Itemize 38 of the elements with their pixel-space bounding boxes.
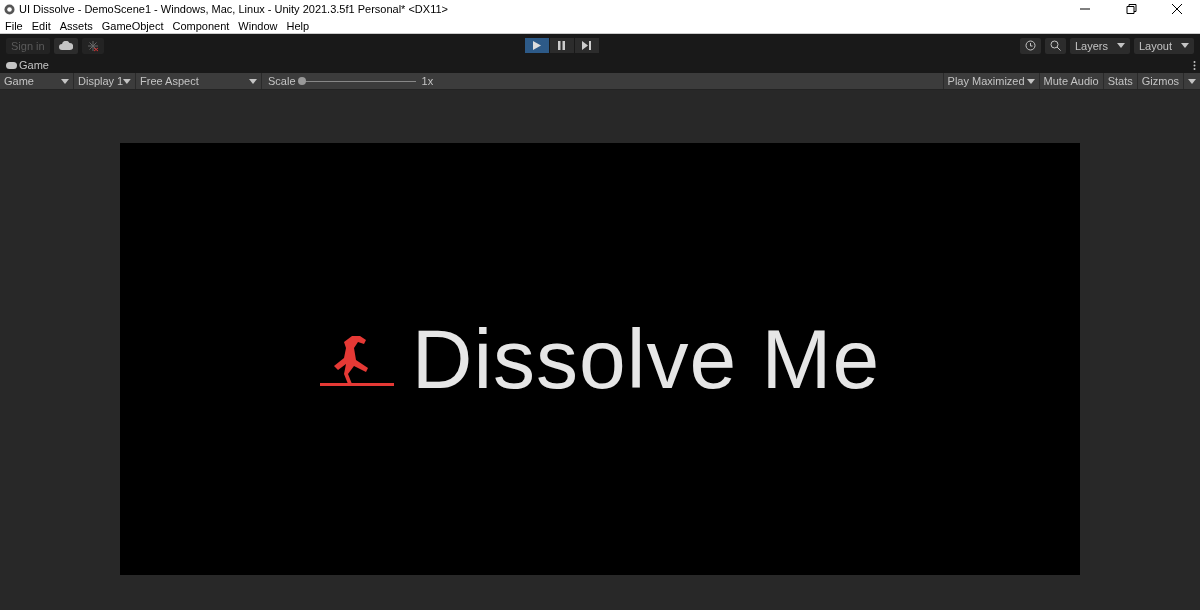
caret-icon bbox=[1117, 43, 1125, 48]
history-icon bbox=[1025, 40, 1036, 51]
caret-icon bbox=[123, 78, 131, 84]
pause-icon bbox=[558, 41, 566, 50]
pause-button[interactable] bbox=[549, 38, 574, 53]
menu-item[interactable]: Edit bbox=[31, 19, 51, 32]
step-icon bbox=[582, 41, 592, 50]
caret-icon bbox=[1188, 78, 1196, 84]
menu-item[interactable]: Assets bbox=[59, 19, 93, 32]
caret-icon bbox=[1181, 43, 1189, 48]
layers-dropdown[interactable]: Layers bbox=[1070, 37, 1130, 54]
search-icon bbox=[1050, 40, 1061, 51]
menu-item[interactable]: File bbox=[5, 19, 23, 32]
search-button[interactable] bbox=[1045, 37, 1066, 54]
more-options-icon[interactable] bbox=[1193, 60, 1196, 70]
menu-item[interactable]: Help bbox=[286, 19, 310, 32]
cloud-button[interactable] bbox=[53, 37, 78, 54]
caret-icon bbox=[1026, 78, 1035, 84]
caret-icon bbox=[61, 78, 69, 84]
step-button[interactable] bbox=[574, 38, 599, 53]
slider-thumb[interactable] bbox=[297, 76, 306, 85]
menu-item[interactable]: Component bbox=[172, 19, 230, 32]
menu-item[interactable]: Window bbox=[238, 19, 278, 32]
history-button[interactable] bbox=[1020, 37, 1041, 54]
scale-value: 1x bbox=[421, 75, 434, 87]
play-icon bbox=[532, 41, 541, 50]
collab-error-icon bbox=[86, 39, 99, 52]
caret-icon bbox=[249, 78, 257, 84]
game-tab[interactable]: Game bbox=[4, 59, 51, 71]
window-title: UI Dissolve - DemoScene1 - Windows, Mac, Linux - Unity 2021.3.5f1 Personal* <DX11> bbox=[19, 3, 449, 15]
gamepad-icon bbox=[6, 61, 17, 69]
scale-label: Scale bbox=[268, 75, 296, 87]
play-button[interactable] bbox=[524, 38, 549, 53]
unity-logo-icon bbox=[4, 3, 15, 15]
dissolve-text: Dissolve Me bbox=[411, 310, 881, 408]
layout-dropdown[interactable]: Layout bbox=[1134, 37, 1194, 54]
menu-item[interactable]: GameObject bbox=[101, 19, 164, 32]
cloud-icon bbox=[58, 41, 73, 50]
